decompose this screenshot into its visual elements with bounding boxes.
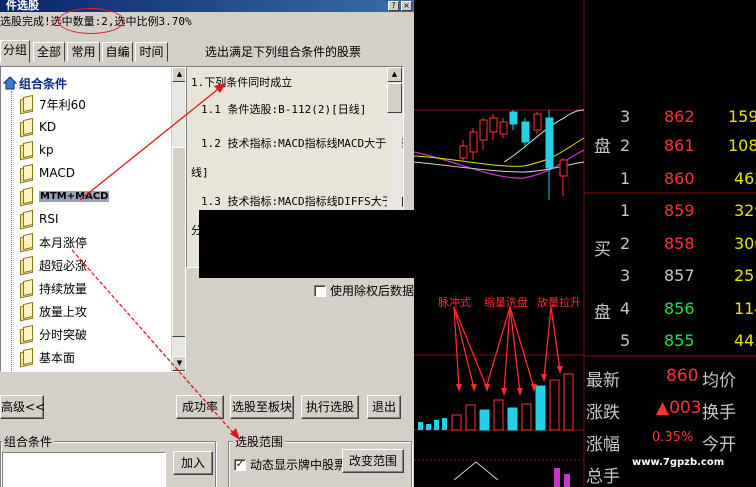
annotation-arrows <box>71 83 240 440</box>
